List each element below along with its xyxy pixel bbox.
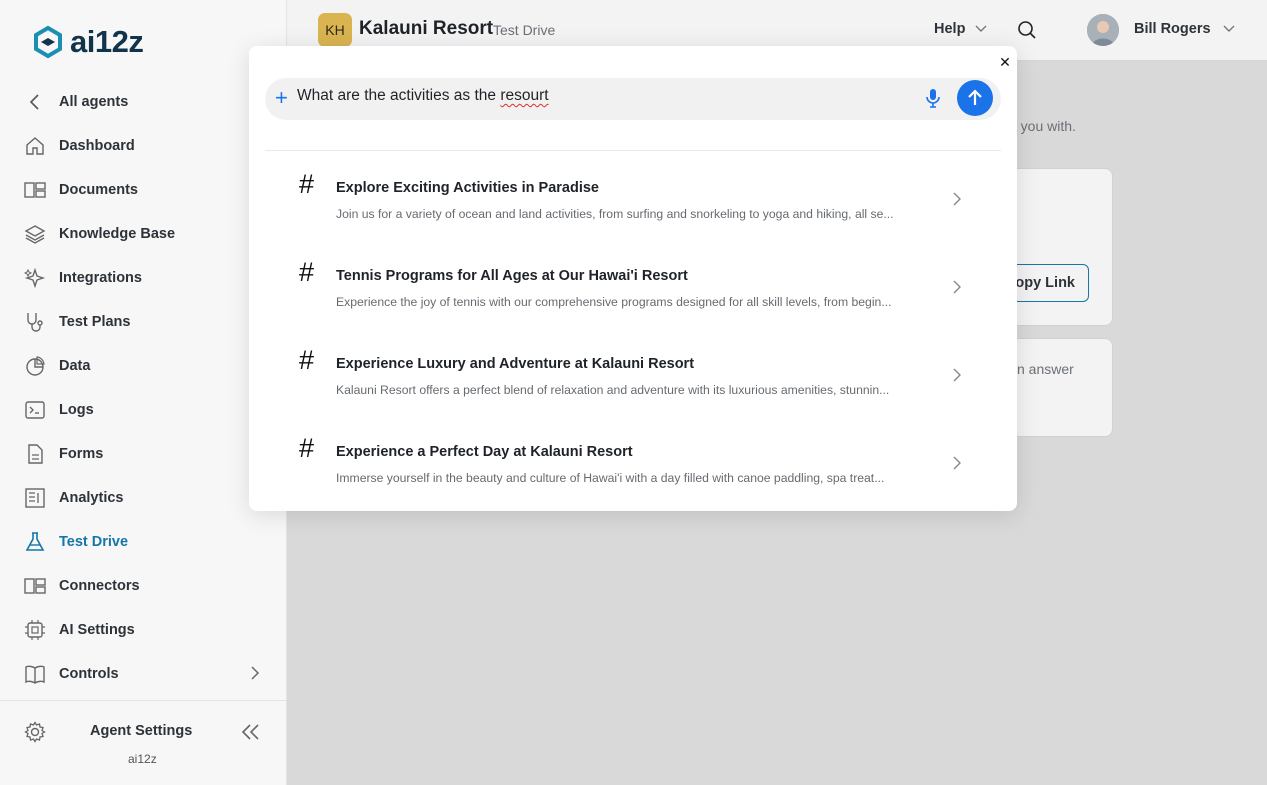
sidebar-item-test-plans[interactable]: Test Plans (0, 300, 286, 344)
close-icon[interactable]: ✕ (998, 54, 1012, 70)
connectors-icon (24, 575, 46, 597)
send-button[interactable] (957, 80, 993, 116)
hash-icon: # (299, 257, 315, 287)
sidebar-item-label: Test Plans (59, 314, 131, 330)
arrow-up-icon (968, 89, 982, 105)
user-name: Bill Rogers (1134, 21, 1211, 37)
sidebar-item-data[interactable]: Data (0, 344, 286, 388)
hash-icon: # (299, 169, 315, 199)
hash-icon: # (299, 345, 315, 375)
sidebar-item-label: Analytics (59, 490, 124, 506)
search-query-misspelled: resourt (500, 87, 549, 104)
sidebar-item-label: Documents (59, 182, 138, 198)
hash-icon: # (299, 433, 315, 463)
documents-icon (24, 179, 46, 201)
chevron-down-icon (1223, 21, 1235, 37)
chevron-right-icon (953, 280, 961, 299)
result-title: Explore Exciting Activities in Paradise (336, 180, 599, 196)
sidebar-item-controls[interactable]: Controls (0, 652, 286, 696)
sidebar-item-label: Forms (59, 446, 104, 462)
terminal-icon (24, 399, 46, 421)
sidebar-item-label: Logs (59, 402, 94, 418)
chevron-down-icon (975, 21, 987, 37)
chevron-right-icon (953, 192, 961, 211)
sidebar-item-label: AI Settings (59, 622, 135, 638)
agent-settings-subtitle: ai12z (128, 752, 157, 766)
result-description: Experience the joy of tennis with our co… (336, 295, 892, 309)
page-subtitle: Test Drive (493, 22, 556, 38)
chevron-right-icon (953, 368, 961, 387)
sidebar-item-label: Data (59, 358, 91, 374)
sidebar: ai12z All agents Dashboard Documents Kno… (0, 0, 287, 785)
result-title: Experience Luxury and Adventure at Kalau… (336, 356, 695, 372)
sidebar-item-logs[interactable]: Logs (0, 388, 286, 432)
background-text: n answer (1017, 361, 1074, 377)
chevron-right-icon (250, 665, 260, 686)
sidebar-item-connectors[interactable]: Connectors (0, 564, 286, 608)
help-menu[interactable]: Help (934, 21, 987, 37)
agent-settings-title[interactable]: Agent Settings (90, 723, 192, 739)
avatar[interactable] (1087, 14, 1119, 46)
agent-badge: KH (318, 13, 352, 47)
chevron-right-icon (953, 456, 961, 475)
search-bar: + What are the activities as the resourt (265, 78, 1001, 120)
sidebar-item-label: All agents (59, 94, 129, 110)
page-title: Kalauni Resort (359, 18, 494, 39)
help-label: Help (934, 21, 966, 37)
sidebar-item-knowledge-base[interactable]: Knowledge Base (0, 212, 286, 256)
logo-text: ai12z (70, 24, 144, 59)
sidebar-footer: Agent Settings ai12z (0, 700, 286, 785)
flask-icon (24, 531, 46, 553)
sidebar-item-dashboard[interactable]: Dashboard (0, 124, 286, 168)
search-result[interactable]: # Experience Luxury and Adventure at Kal… (265, 327, 1001, 415)
home-icon (24, 135, 46, 157)
chip-icon (24, 619, 46, 641)
sidebar-nav: All agents Dashboard Documents Knowledge… (0, 80, 286, 696)
sidebar-item-documents[interactable]: Documents (0, 168, 286, 212)
report-icon (24, 487, 46, 509)
sidebar-item-label: Controls (59, 666, 119, 682)
logo-mark-icon (34, 25, 62, 59)
search-input[interactable]: What are the activities as the resourt (297, 87, 907, 111)
search-result[interactable]: # Explore Exciting Activities in Paradis… (265, 151, 1001, 239)
search-result[interactable]: # Tennis Programs for All Ages at Our Ha… (265, 239, 1001, 327)
user-menu[interactable]: Bill Rogers (1134, 21, 1235, 37)
sidebar-item-integrations[interactable]: Integrations (0, 256, 286, 300)
chevron-left-icon (24, 91, 46, 113)
sidebar-item-test-drive[interactable]: Test Drive (0, 520, 286, 564)
result-title: Tennis Programs for All Ages at Our Hawa… (336, 268, 688, 284)
result-description: Join us for a variety of ocean and land … (336, 207, 894, 221)
gear-icon[interactable] (24, 721, 46, 748)
plus-icon[interactable]: + (275, 87, 288, 109)
sidebar-item-label: Test Drive (59, 534, 129, 550)
sidebar-item-analytics[interactable]: Analytics (0, 476, 286, 520)
search-result[interactable]: # Experience a Perfect Day at Kalauni Re… (265, 415, 1001, 503)
collapse-sidebar-icon[interactable] (240, 723, 262, 746)
sidebar-item-all-agents[interactable]: All agents (0, 80, 286, 124)
stethoscope-icon (24, 311, 46, 333)
sidebar-item-label: Dashboard (59, 138, 135, 154)
result-description: Immerse yourself in the beauty and cultu… (336, 471, 885, 485)
result-title: Experience a Perfect Day at Kalauni Reso… (336, 444, 633, 460)
search-query: What are the activities as the (297, 87, 501, 104)
layers-icon (24, 223, 46, 245)
sidebar-item-ai-settings[interactable]: AI Settings (0, 608, 286, 652)
sidebar-item-label: Knowledge Base (59, 226, 176, 242)
sidebar-item-label: Integrations (59, 270, 142, 286)
sidebar-item-forms[interactable]: Forms (0, 432, 286, 476)
result-description: Kalauni Resort offers a perfect blend of… (336, 383, 890, 397)
microphone-icon[interactable] (925, 87, 941, 114)
sidebar-item-label: Connectors (59, 578, 140, 594)
sparkle-icon (24, 267, 46, 289)
search-icon[interactable] (1017, 20, 1037, 45)
search-modal: ✕ + What are the activities as the resou… (249, 46, 1017, 511)
book-icon (24, 663, 46, 685)
ai12z-logo[interactable]: ai12z (30, 24, 144, 60)
pie-chart-icon (24, 355, 46, 377)
file-icon (24, 443, 46, 465)
